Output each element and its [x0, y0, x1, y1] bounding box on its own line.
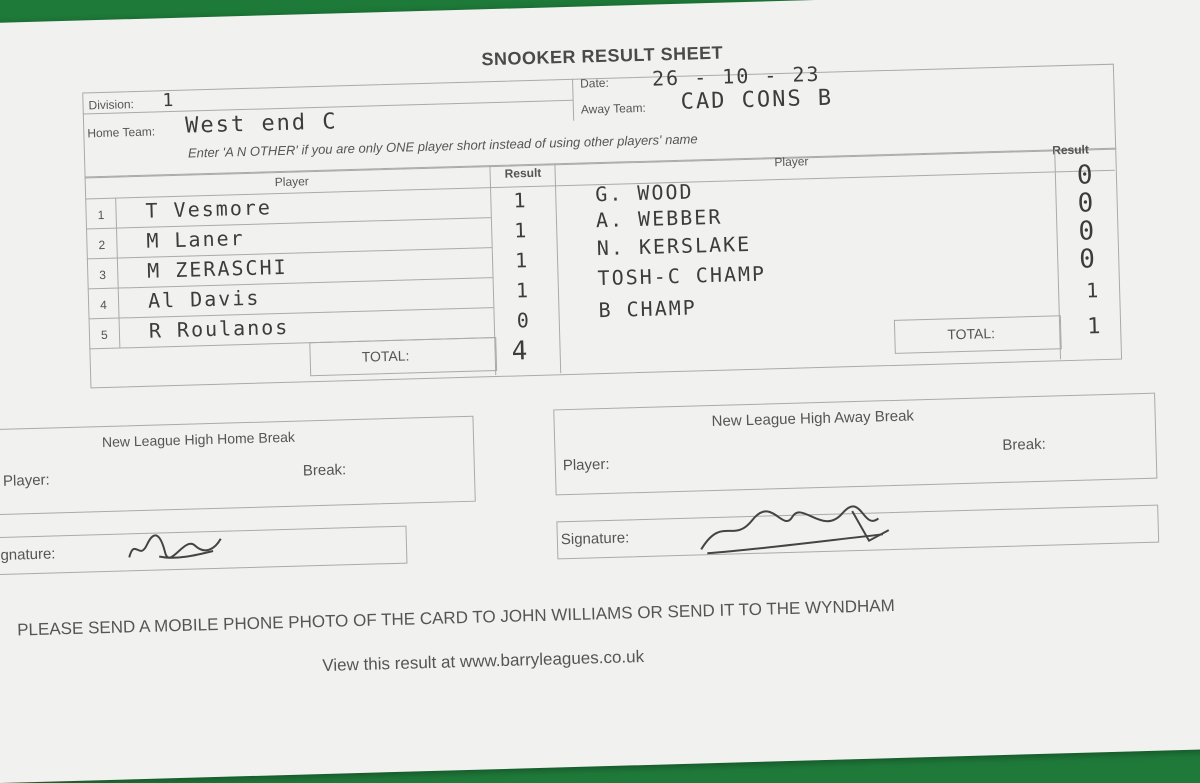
home-frame-result: 1 [513, 188, 528, 213]
home-frame-result: 0 [516, 308, 532, 333]
row-number: 1 [97, 207, 105, 223]
away-player-name: A. WEBBER [595, 204, 723, 233]
home-team-label: Home Team: [87, 124, 156, 141]
home-total-label: TOTAL: [361, 347, 410, 365]
away-frame-result: 0 [1078, 244, 1096, 275]
home-player-name: R Roulanos [148, 314, 290, 343]
home-total-value: 4 [511, 336, 530, 367]
home-break-player-label: Player: [2, 471, 50, 490]
away-total-value: 1 [1086, 314, 1103, 340]
home-player-name: T Vesmore [145, 195, 273, 223]
division-label: Division: [88, 97, 135, 113]
home-frame-result: 1 [514, 248, 530, 273]
away-break-value-label: Break: [1002, 435, 1047, 454]
away-player-name: G. WOOD [594, 179, 694, 207]
date-label: Date: [579, 75, 610, 91]
home-player-header: Player [274, 174, 309, 190]
away-break-player-label: Player: [562, 455, 610, 475]
home-signature-label: Signature: [0, 545, 56, 565]
home-player-name: M Laner [146, 226, 245, 253]
division-value: 1 [162, 89, 176, 112]
away-player-header: Player [774, 154, 809, 170]
away-team-value: CAD CONS B [680, 85, 834, 115]
home-team-value: West end C [184, 109, 338, 139]
row-number: 3 [99, 267, 107, 283]
home-break-value-label: Break: [302, 461, 347, 480]
away-frame-result: 0 [1077, 188, 1094, 219]
home-player-name: M ZERASCHI [146, 254, 288, 283]
away-player-name: B CHAMP [598, 295, 698, 323]
row-number: 5 [100, 327, 108, 343]
away-signature-label: Signature: [560, 529, 630, 549]
footer-instructions: PLEASE SEND A MOBILE PHONE PHOTO OF THE … [16, 596, 896, 640]
result-sheet-card: SNOOKER RESULT SHEET Division: 1 Date: 2… [0, 0, 1200, 783]
away-signature-scribble [700, 505, 890, 555]
home-signature-scribble [128, 534, 222, 559]
away-result-header: Result [1052, 142, 1090, 158]
away-team-label: Away Team: [580, 100, 646, 117]
away-frame-result: 0 [1076, 160, 1093, 191]
away-frame-result: 0 [1078, 216, 1095, 247]
home-result-header: Result [504, 165, 542, 181]
away-player-name: TOSH-C CHAMP [597, 261, 767, 291]
footer-website: View this result at www.barryleagues.co.… [322, 647, 645, 676]
home-frame-result: 1 [513, 218, 529, 243]
home-player-name: Al Davis [147, 285, 261, 313]
row-number: 4 [99, 297, 108, 313]
home-frame-result: 1 [515, 278, 531, 303]
row-number: 2 [98, 237, 106, 253]
away-player-name: N. KERSLAKE [596, 231, 752, 261]
away-total-label: TOTAL: [947, 325, 996, 343]
away-frame-result: 1 [1085, 278, 1101, 303]
